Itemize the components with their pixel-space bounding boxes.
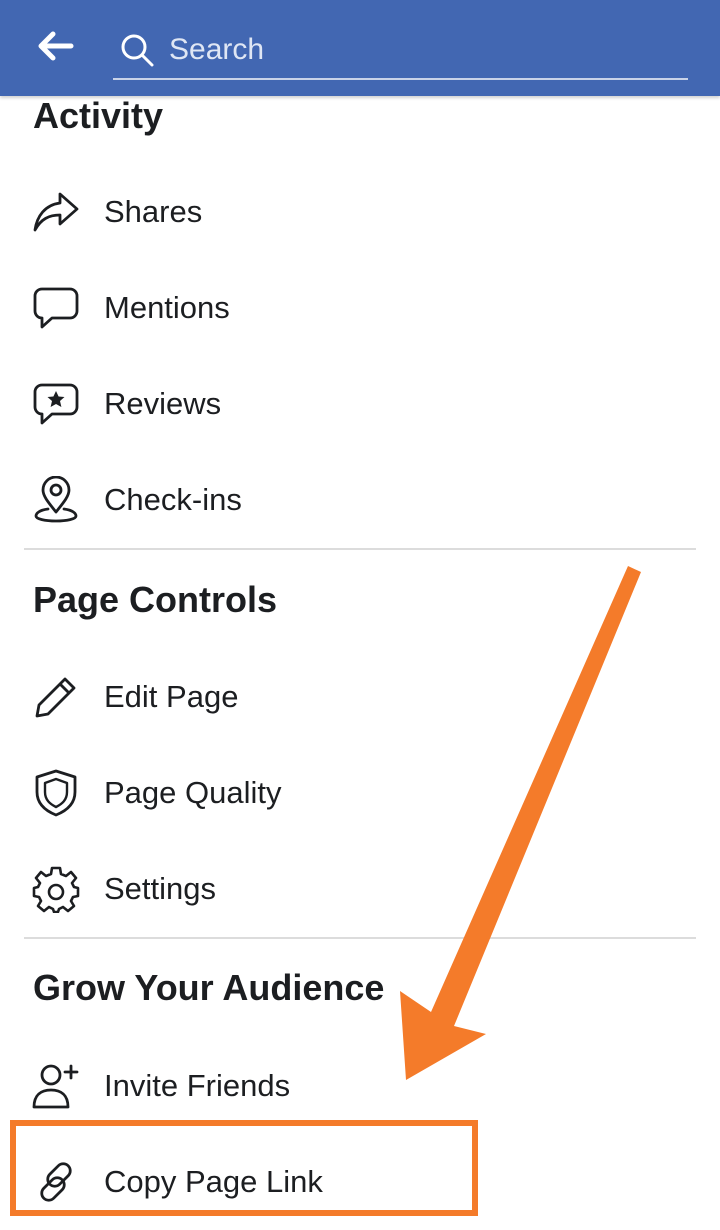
section-title-activity: Activity bbox=[33, 95, 164, 136]
divider bbox=[24, 937, 696, 939]
add-person-icon bbox=[30, 1060, 82, 1112]
menu-item-label: Edit Page bbox=[104, 679, 239, 714]
menu-item-edit-page[interactable]: Edit Page bbox=[0, 657, 720, 737]
menu-item-label: Shares bbox=[104, 194, 203, 229]
search-bar[interactable] bbox=[113, 22, 688, 80]
back-button[interactable] bbox=[30, 26, 80, 70]
comment-icon bbox=[30, 282, 82, 334]
menu-item-page-quality[interactable]: Page Quality bbox=[0, 753, 720, 833]
menu-item-settings[interactable]: Settings bbox=[0, 849, 720, 929]
menu-item-label: Check-ins bbox=[104, 482, 242, 517]
review-star-icon bbox=[30, 378, 82, 430]
pencil-icon bbox=[30, 671, 82, 723]
top-bar bbox=[0, 0, 720, 96]
search-icon bbox=[119, 30, 159, 70]
section-title-grow-your-audience: Grow Your Audience bbox=[33, 967, 385, 1008]
menu-item-reviews[interactable]: Reviews bbox=[0, 364, 720, 444]
menu-item-mentions[interactable]: Mentions bbox=[0, 268, 720, 348]
back-arrow-icon bbox=[35, 30, 75, 67]
menu-item-check-ins[interactable]: Check-ins bbox=[0, 460, 720, 540]
menu-item-label: Page Quality bbox=[104, 775, 282, 810]
highlight-box bbox=[10, 1120, 478, 1216]
menu-item-invite-friends[interactable]: Invite Friends bbox=[0, 1046, 720, 1126]
shield-icon bbox=[30, 767, 82, 819]
section-title-page-controls: Page Controls bbox=[33, 579, 278, 620]
search-input[interactable] bbox=[169, 33, 649, 67]
menu-item-label: Mentions bbox=[104, 290, 230, 325]
divider bbox=[24, 548, 696, 550]
menu-item-label: Settings bbox=[104, 871, 217, 906]
share-icon bbox=[30, 186, 82, 238]
gear-icon bbox=[30, 863, 82, 915]
menu-item-label: Invite Friends bbox=[104, 1068, 291, 1103]
location-pin-icon bbox=[30, 474, 82, 526]
menu-item-shares[interactable]: Shares bbox=[0, 172, 720, 252]
menu-item-label: Reviews bbox=[104, 386, 222, 421]
